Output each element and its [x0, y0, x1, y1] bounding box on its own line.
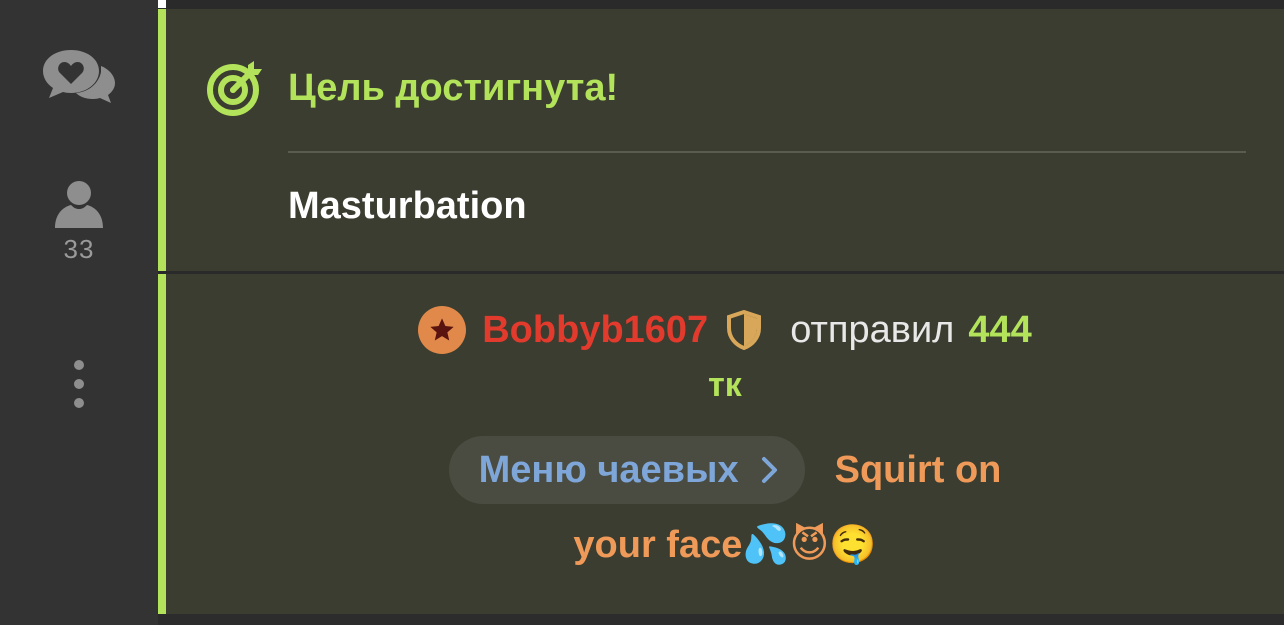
- sent-label: отправил: [790, 308, 955, 351]
- goal-name: Masturbation: [288, 185, 527, 227]
- user-icon: [55, 181, 103, 228]
- tip-message-part1: Squirt on: [834, 448, 1002, 491]
- tip-notification-card: Bobbyb1607 отправил 444 тк Меню чаевых S…: [158, 274, 1284, 614]
- goal-divider: [288, 151, 1246, 153]
- chat-button[interactable]: [0, 48, 158, 104]
- chat-feed: Цель достигнута! Masturbation Bobbyb1607…: [158, 0, 1284, 625]
- more-options-button[interactable]: [0, 360, 158, 417]
- tip-menu-label: Меню чаевых: [478, 448, 739, 491]
- chat-heart-icon: [43, 50, 115, 103]
- goal-title: Цель достигнута!: [288, 67, 619, 109]
- sidebar: 33: [0, 0, 158, 625]
- bottom-divider: [158, 614, 1284, 625]
- tip-sender-line: Bobbyb1607 отправил 444: [166, 306, 1284, 354]
- tip-menu-button[interactable]: Меню чаевых: [448, 436, 805, 504]
- tip-unit: тк: [708, 366, 742, 404]
- target-icon: [207, 61, 262, 116]
- tip-amount: 444: [968, 308, 1032, 351]
- tip-message-part2: your face💦😈🤤: [573, 524, 877, 566]
- shield-icon: [726, 310, 762, 350]
- sender-username[interactable]: Bobbyb1607: [482, 309, 708, 352]
- more-vertical-icon: [74, 360, 84, 417]
- top-divider: [158, 0, 166, 8]
- tip-menu-line: Меню чаевых Squirt on: [166, 436, 1284, 504]
- chevron-right-icon: [761, 457, 777, 483]
- viewer-count: 33: [63, 234, 95, 264]
- viewers-button[interactable]: 33: [0, 180, 158, 265]
- goal-reached-card: Цель достигнута! Masturbation: [158, 9, 1284, 271]
- star-badge-icon: [418, 306, 467, 354]
